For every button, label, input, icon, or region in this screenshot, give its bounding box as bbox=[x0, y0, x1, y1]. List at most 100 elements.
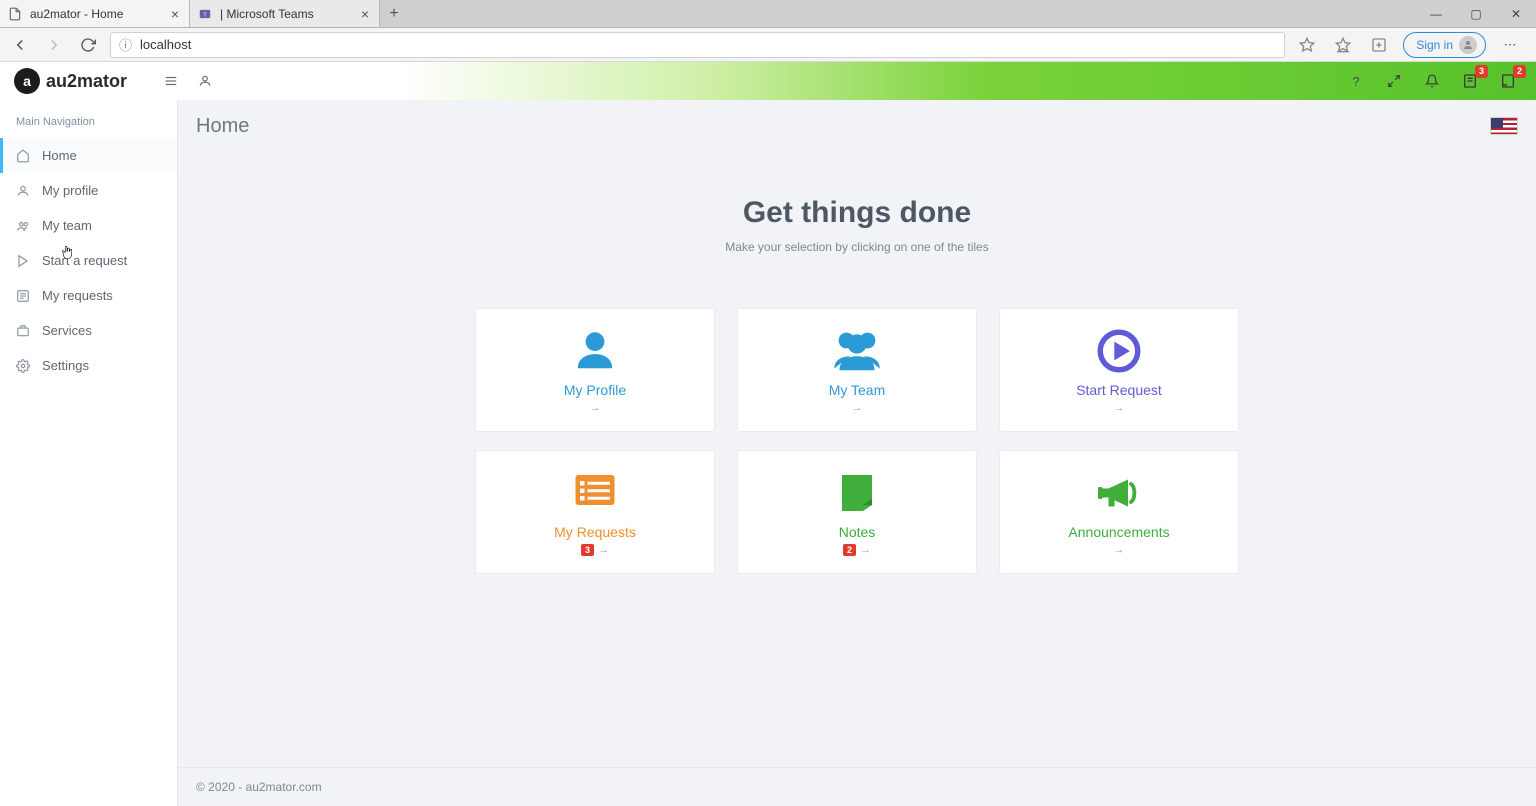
close-tab-icon[interactable]: × bbox=[171, 6, 179, 22]
browser-tab-0-title: au2mator - Home bbox=[30, 7, 123, 21]
tile-arrow: → bbox=[1114, 544, 1125, 556]
tile-arrow: → bbox=[852, 402, 863, 414]
sidebar-item-label: Services bbox=[42, 323, 92, 338]
signin-label: Sign in bbox=[1416, 38, 1453, 52]
notes-badge: 2 bbox=[1513, 65, 1526, 78]
hero: Get things done Make your selection by c… bbox=[178, 152, 1536, 264]
sidebar-item-my-profile[interactable]: My profile bbox=[0, 173, 177, 208]
browser-tab-1-title: | Microsoft Teams bbox=[220, 7, 314, 21]
address-row: ⓘ localhost Sign in ⋯ bbox=[0, 28, 1536, 62]
sidebar-item-label: My team bbox=[42, 218, 92, 233]
sidebar-item-services[interactable]: Services bbox=[0, 313, 177, 348]
sidebar-item-label: Home bbox=[42, 148, 77, 163]
tile-count-badge: 3 bbox=[581, 544, 594, 556]
signin-button[interactable]: Sign in bbox=[1403, 32, 1486, 58]
close-tab-icon[interactable]: × bbox=[361, 6, 369, 22]
fullscreen-icon[interactable] bbox=[1386, 73, 1402, 89]
tile-title: My Team bbox=[829, 382, 886, 398]
tile-my-team[interactable]: My Team → bbox=[737, 308, 977, 432]
page-icon bbox=[8, 7, 22, 21]
bell-icon[interactable] bbox=[1424, 73, 1440, 89]
team-icon bbox=[829, 326, 885, 376]
tile-title: My Requests bbox=[554, 524, 636, 540]
app-logo[interactable]: a au2mator bbox=[14, 68, 127, 94]
tile-arrow: → bbox=[598, 544, 609, 556]
team-icon bbox=[16, 219, 30, 233]
sidebar-item-home[interactable]: Home bbox=[0, 138, 177, 173]
logo-badge-icon: a bbox=[14, 68, 40, 94]
notes-icon[interactable]: 2 bbox=[1500, 73, 1516, 89]
home-icon bbox=[16, 149, 30, 163]
help-icon[interactable]: ? bbox=[1348, 73, 1364, 89]
tile-my-profile[interactable]: My Profile → bbox=[475, 308, 715, 432]
sidebar-item-label: My profile bbox=[42, 183, 98, 198]
tile-title: Announcements bbox=[1068, 524, 1169, 540]
browser-tabs: au2mator - Home × T | Microsoft Teams × … bbox=[0, 0, 1536, 28]
new-tab-button[interactable]: + bbox=[380, 0, 408, 27]
browser-tab-1[interactable]: T | Microsoft Teams × bbox=[190, 0, 380, 27]
svg-text:T: T bbox=[203, 12, 207, 18]
gear-icon bbox=[16, 359, 30, 373]
requests-badge: 3 bbox=[1475, 65, 1488, 78]
list-icon bbox=[16, 289, 30, 303]
profile-icon bbox=[570, 326, 620, 376]
tiles-grid: My Profile → My Team → Start Request bbox=[178, 308, 1536, 574]
app-header: a au2mator ? 3 2 bbox=[0, 62, 1536, 100]
site-info-icon[interactable]: ⓘ bbox=[119, 35, 132, 54]
refresh-button[interactable] bbox=[76, 33, 100, 57]
note-icon bbox=[833, 468, 881, 518]
sidebar: Main Navigation Home My profile My team … bbox=[0, 100, 178, 806]
tile-sub: 2 → bbox=[843, 544, 871, 556]
user-icon[interactable] bbox=[197, 73, 213, 89]
tile-sub: 3 → bbox=[581, 544, 609, 556]
favorite-icon[interactable] bbox=[1295, 33, 1319, 57]
footer: © 2020 - au2mator.com bbox=[178, 767, 1536, 806]
close-window-button[interactable]: ✕ bbox=[1496, 0, 1536, 27]
sidebar-heading: Main Navigation bbox=[0, 112, 177, 138]
main: Home Get things done Make your selection… bbox=[178, 100, 1536, 806]
forward-button[interactable] bbox=[42, 33, 66, 57]
signin-avatar-icon bbox=[1459, 36, 1477, 54]
back-button[interactable] bbox=[8, 33, 32, 57]
tile-title: My Profile bbox=[564, 382, 626, 398]
play-icon bbox=[16, 254, 30, 268]
window-controls: — ▢ ✕ bbox=[1416, 0, 1536, 27]
maximize-button[interactable]: ▢ bbox=[1456, 0, 1496, 27]
hero-title: Get things done bbox=[178, 196, 1536, 230]
more-icon[interactable]: ⋯ bbox=[1498, 33, 1522, 57]
favorites-bar-icon[interactable] bbox=[1331, 33, 1355, 57]
services-icon bbox=[16, 324, 30, 338]
tile-notes[interactable]: Notes 2 → bbox=[737, 450, 977, 574]
logo-text: au2mator bbox=[46, 71, 127, 92]
hero-subtitle: Make your selection by clicking on one o… bbox=[178, 240, 1536, 254]
profile-icon bbox=[16, 184, 30, 198]
sidebar-item-label: My requests bbox=[42, 288, 113, 303]
tile-my-requests[interactable]: My Requests 3 → bbox=[475, 450, 715, 574]
tile-arrow: → bbox=[590, 402, 601, 414]
megaphone-icon bbox=[1089, 468, 1149, 518]
browser-tab-0[interactable]: au2mator - Home × bbox=[0, 0, 190, 27]
tile-title: Start Request bbox=[1076, 382, 1162, 398]
sidebar-item-label: Settings bbox=[42, 358, 89, 373]
url-text: localhost bbox=[140, 37, 191, 52]
app-body: Main Navigation Home My profile My team … bbox=[0, 100, 1536, 806]
tile-title: Notes bbox=[839, 524, 876, 540]
tile-announcements[interactable]: Announcements → bbox=[999, 450, 1239, 574]
sidebar-item-my-team[interactable]: My team bbox=[0, 208, 177, 243]
teams-icon: T bbox=[198, 7, 212, 21]
minimize-button[interactable]: — bbox=[1416, 0, 1456, 27]
sidebar-item-label: Start a request bbox=[42, 253, 127, 268]
tile-start-request[interactable]: Start Request → bbox=[999, 308, 1239, 432]
collections-icon[interactable] bbox=[1367, 33, 1391, 57]
sidebar-item-start-request[interactable]: Start a request bbox=[0, 243, 177, 278]
tile-count-badge: 2 bbox=[843, 544, 856, 556]
requests-icon[interactable]: 3 bbox=[1462, 73, 1478, 89]
tile-arrow: → bbox=[1114, 402, 1125, 414]
content: Get things done Make your selection by c… bbox=[178, 152, 1536, 767]
sidebar-item-settings[interactable]: Settings bbox=[0, 348, 177, 383]
menu-toggle-icon[interactable] bbox=[163, 73, 179, 89]
address-bar[interactable]: ⓘ localhost bbox=[110, 32, 1285, 58]
sidebar-item-my-requests[interactable]: My requests bbox=[0, 278, 177, 313]
tile-arrow: → bbox=[860, 544, 871, 556]
language-flag[interactable] bbox=[1490, 117, 1518, 135]
